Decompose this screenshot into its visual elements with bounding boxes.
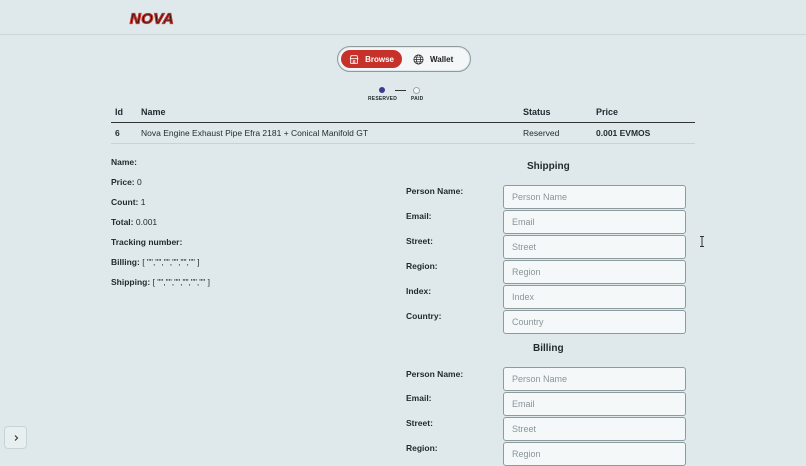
detail-price: Price: 0	[111, 177, 142, 187]
col-header-id: Id	[115, 107, 123, 117]
billing-street-input[interactable]	[503, 417, 686, 441]
chevron-right-icon	[14, 434, 18, 441]
detail-shipping: Shipping: [ "","","","","","" ]	[111, 277, 211, 287]
step-reserved-label: RESERVED	[368, 96, 398, 102]
shipping-country-label: Country:	[406, 311, 442, 321]
cell-status: Reserved	[523, 128, 560, 138]
step-paid-label: PAID	[411, 96, 424, 102]
shipping-email-input[interactable]	[503, 210, 686, 234]
browse-label: Browse	[365, 54, 394, 64]
shipping-region-input[interactable]	[503, 260, 686, 284]
row-divider	[111, 143, 695, 144]
detail-count: Count: 1	[111, 197, 146, 207]
globe-icon	[413, 54, 424, 64]
cell-price: 0.001 EVMOS	[596, 128, 651, 138]
expand-sidebar-button[interactable]	[4, 426, 27, 449]
detail-billing: Billing: [ "","","","","","" ]	[111, 257, 200, 267]
text-cursor-icon	[700, 236, 704, 247]
step-paid-dot	[413, 87, 420, 94]
col-header-price: Price	[596, 107, 619, 117]
billing-person-name-input[interactable]	[503, 367, 686, 391]
billing-email-label: Email:	[406, 393, 432, 403]
shipping-street-input[interactable]	[503, 235, 686, 259]
step-reserved-dot	[379, 87, 385, 93]
cell-name: Nova Engine Exhaust Pipe Efra 2181 + Con…	[141, 128, 369, 138]
shipping-email-label: Email:	[406, 211, 432, 221]
browse-button[interactable]: Browse	[341, 50, 402, 68]
wallet-button[interactable]: Wallet	[405, 50, 465, 68]
order-progress: RESERVED PAID	[366, 87, 430, 105]
detail-total: Total: 0.001	[111, 217, 158, 227]
billing-title: Billing	[533, 343, 564, 354]
svg-text:NOVA: NOVA	[130, 11, 174, 28]
top-bar: NOVA	[0, 0, 806, 35]
shipping-street-label: Street:	[406, 236, 433, 246]
shipping-country-input[interactable]	[503, 310, 686, 334]
billing-person-name-label: Person Name:	[406, 369, 464, 379]
wallet-label: Wallet	[430, 54, 454, 64]
shipping-region-label: Region:	[406, 261, 438, 271]
header-divider	[111, 122, 695, 123]
detail-tracking: Tracking number:	[111, 237, 183, 247]
step-connector	[395, 90, 406, 91]
shipping-index-input[interactable]	[503, 285, 686, 309]
store-icon	[349, 54, 359, 64]
cell-id: 6	[115, 128, 120, 138]
billing-region-input[interactable]	[503, 442, 686, 466]
billing-street-label: Street:	[406, 418, 433, 428]
nova-logo[interactable]: NOVA	[116, 9, 188, 27]
detail-name: Name:	[111, 157, 137, 167]
billing-region-label: Region:	[406, 443, 438, 453]
shipping-person-name-label: Person Name:	[406, 186, 464, 196]
shipping-index-label: Index:	[406, 286, 432, 296]
billing-email-input[interactable]	[503, 392, 686, 416]
shipping-person-name-input[interactable]	[503, 185, 686, 209]
nav-toggle: Browse Wallet	[337, 46, 471, 72]
col-header-status: Status	[523, 107, 551, 117]
shipping-title: Shipping	[527, 161, 570, 172]
col-header-name: Name	[141, 107, 166, 117]
